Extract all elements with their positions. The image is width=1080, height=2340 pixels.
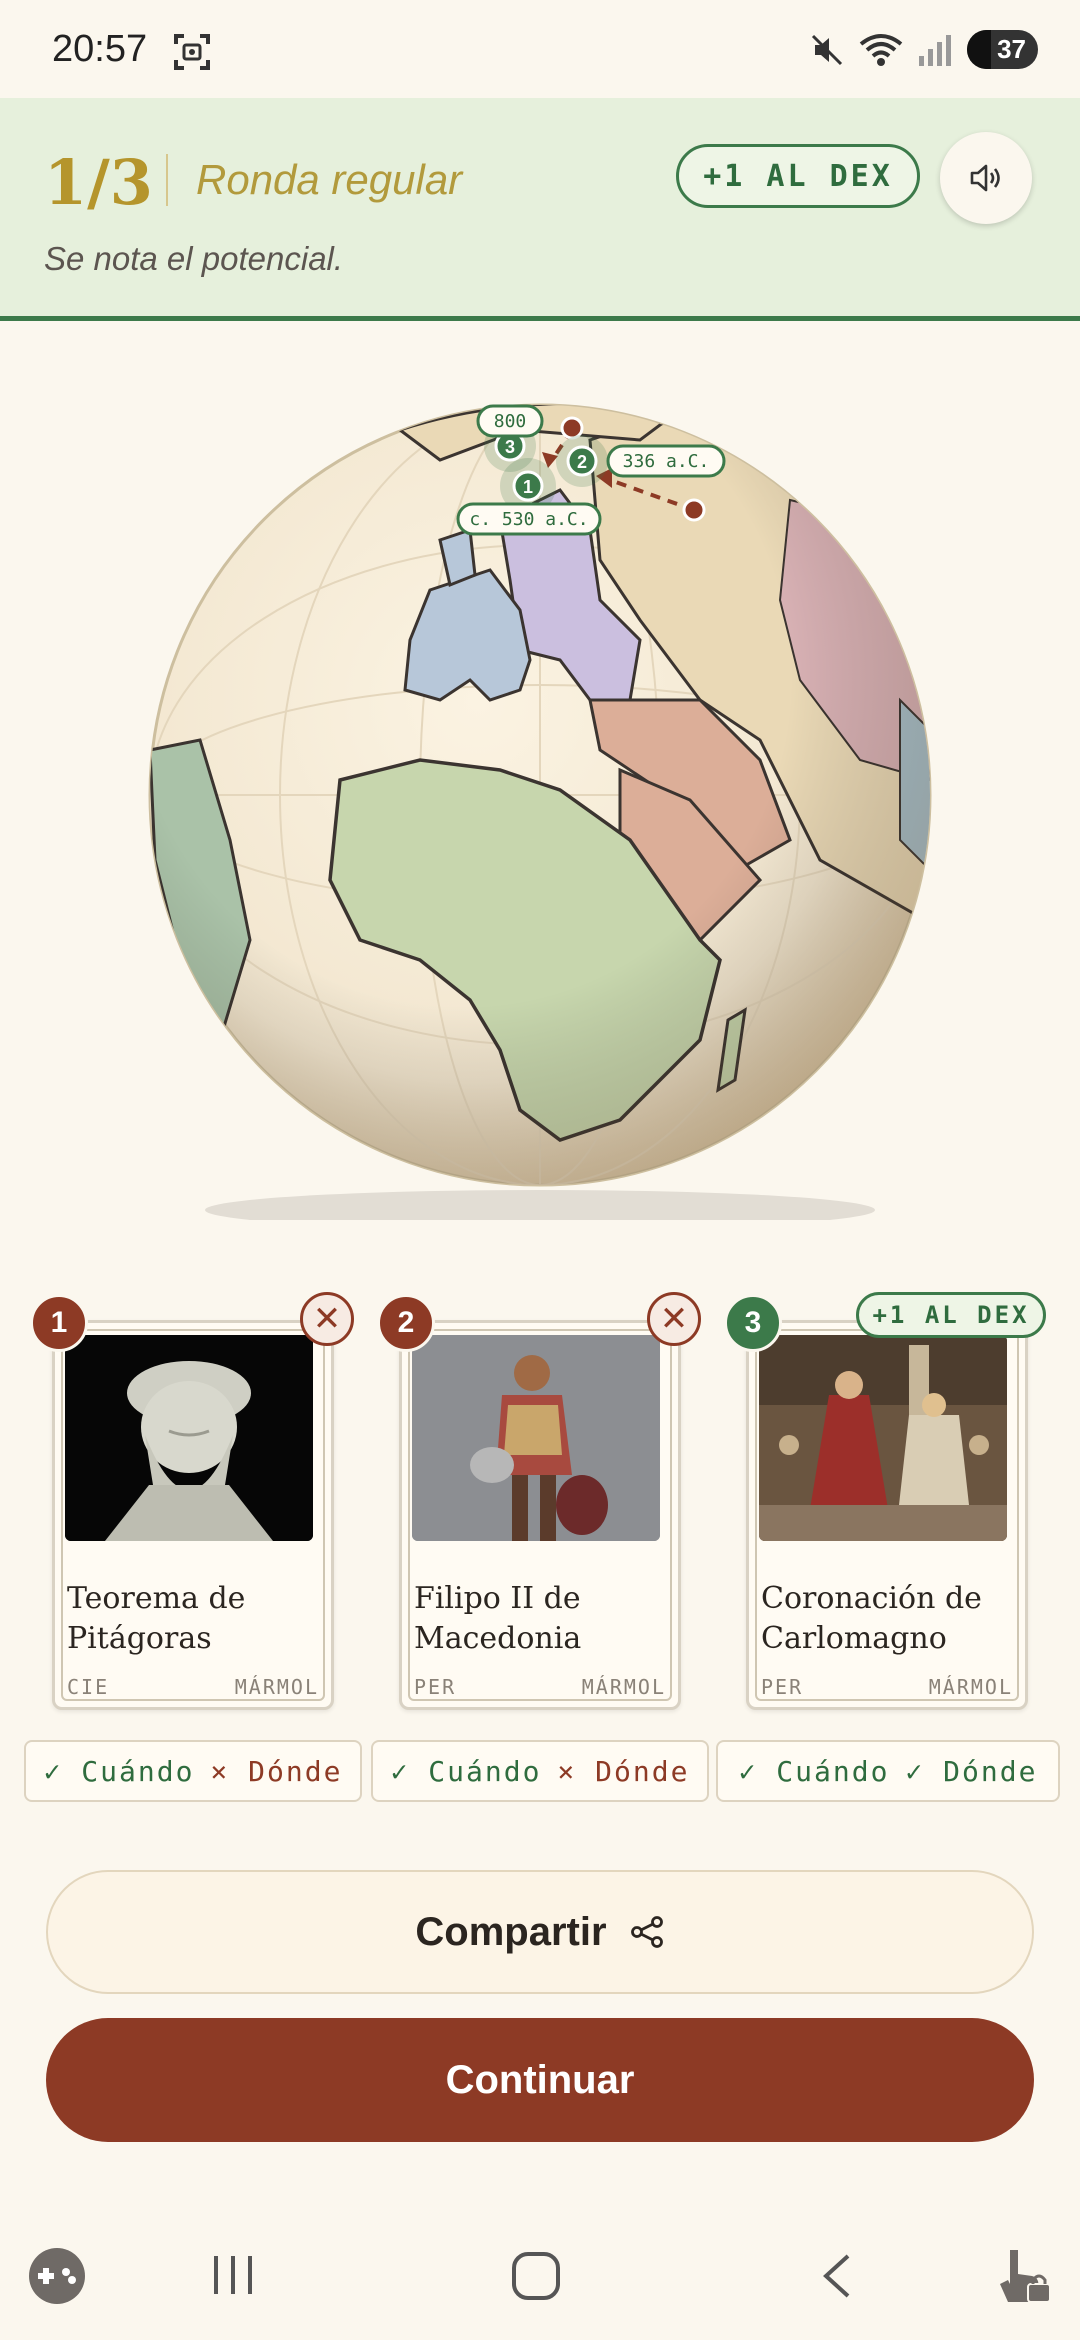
map-label-text: c. 530 a.C.	[469, 509, 588, 530]
globe-map[interactable]: 3 2 1 800 336 a.C. c. 530 a.C.	[0, 320, 1080, 1230]
share-button[interactable]: Compartir	[46, 1870, 1034, 1994]
result-card-2: ✓ Cuándo × Dónde	[371, 1740, 709, 1802]
when-result: ✓ Cuándo	[43, 1754, 195, 1788]
map-label-3: 800	[476, 404, 544, 438]
battery-indicator: 37	[967, 30, 1038, 69]
round-counter: 1/3	[44, 146, 153, 219]
touch-lock-icon[interactable]	[988, 2240, 1058, 2310]
add-to-dex-button[interactable]: +1 AL DEX	[676, 144, 920, 208]
card-dex-tag[interactable]: +1 AL DEX	[856, 1292, 1046, 1338]
round-header: 1/3 Ronda regular Se nota el potencial. …	[0, 98, 1080, 321]
map-label-2: 336 a.C.	[606, 444, 726, 478]
svg-text:3: 3	[505, 437, 515, 457]
system-nav-bar	[0, 2204, 1080, 2340]
globe-shadow	[205, 1190, 875, 1230]
card-image-philip-figure	[412, 1335, 660, 1541]
card-number-badge-3: 3	[724, 1294, 782, 1352]
result-card-3: ✓ Cuándo ✓ Dónde	[716, 1740, 1060, 1802]
result-card-1: ✓ Cuándo × Dónde	[24, 1740, 362, 1802]
card-number-badge-1: 1	[30, 1294, 88, 1352]
share-label: Compartir	[415, 1909, 607, 1954]
card-rarity: MÁRMOL	[928, 1675, 1013, 1699]
card-rarity: MÁRMOL	[234, 1675, 319, 1699]
card-category: PER	[414, 1675, 457, 1699]
status-bar: 20:57 37	[0, 0, 1080, 98]
card-pitagoras[interactable]: Teorema de Pitágoras CIE MÁRMOL	[52, 1320, 334, 1710]
round-type-label: Ronda regular	[196, 156, 463, 203]
back-icon[interactable]	[818, 2250, 858, 2302]
card-title-line: Carlomagno	[761, 1621, 947, 1656]
card-image-pythagoras-bust	[65, 1335, 313, 1541]
game-launcher-icon[interactable]	[24, 2246, 90, 2306]
share-icon	[630, 1916, 663, 1948]
card-meta: PER MÁRMOL	[761, 1675, 1013, 1699]
map-label-text: 800	[494, 411, 527, 432]
status-time: 20:57	[52, 28, 148, 70]
wifi-icon	[859, 33, 903, 66]
map-label-1: c. 530 a.C.	[456, 502, 602, 536]
wrong-mark-icon: ✕	[300, 1292, 354, 1346]
svg-text:2: 2	[577, 452, 587, 472]
svg-text:1: 1	[523, 477, 533, 497]
sound-toggle-button[interactable]	[940, 132, 1032, 224]
recent-apps-icon[interactable]	[208, 2250, 258, 2300]
card-category: CIE	[67, 1675, 110, 1699]
card-title: Teorema de Pitágoras	[67, 1579, 317, 1659]
card-number-badge-2: 2	[377, 1294, 435, 1352]
where-result: ✓ Dónde	[905, 1754, 1038, 1788]
mute-icon	[812, 34, 843, 65]
continue-button[interactable]: Continuar	[46, 2018, 1034, 2142]
card-title-line: Filipo II de	[414, 1581, 581, 1616]
when-result: ✓ Cuándo	[738, 1754, 890, 1788]
home-icon[interactable]	[510, 2250, 562, 2302]
card-title: Coronación de Carlomagno	[761, 1579, 1011, 1659]
where-result: × Dónde	[557, 1754, 690, 1788]
globe-svg[interactable]: 3 2 1 800 336 a.C. c. 530 a.C.	[0, 320, 1080, 1230]
where-result: × Dónde	[210, 1754, 343, 1788]
signal-icon	[919, 34, 952, 66]
when-result: ✓ Cuándo	[390, 1754, 542, 1788]
card-carlomagno[interactable]: Coronación de Carlomagno PER MÁRMOL	[746, 1320, 1028, 1710]
screenshot-icon	[174, 34, 210, 70]
speaker-icon	[970, 164, 1000, 192]
card-category: PER	[761, 1675, 804, 1699]
card-title-line: Coronación de	[761, 1581, 982, 1616]
round-feedback-text: Se nota el potencial.	[44, 240, 344, 277]
map-marker-2[interactable]: 2	[556, 435, 608, 487]
card-meta: PER MÁRMOL	[414, 1675, 666, 1699]
card-title: Filipo II de Macedonia	[414, 1579, 664, 1659]
wrong-mark-icon: ✕	[647, 1292, 701, 1346]
card-image-coronation-painting	[759, 1335, 1007, 1541]
card-filipo[interactable]: Filipo II de Macedonia PER MÁRMOL	[399, 1320, 681, 1710]
map-label-text: 336 a.C.	[623, 451, 710, 472]
card-title-line: Macedonia	[414, 1621, 582, 1656]
card-title-line: Teorema de	[67, 1581, 246, 1616]
card-rarity: MÁRMOL	[581, 1675, 666, 1699]
header-divider	[166, 154, 168, 206]
card-title-line: Pitágoras	[67, 1621, 212, 1656]
card-meta: CIE MÁRMOL	[67, 1675, 319, 1699]
